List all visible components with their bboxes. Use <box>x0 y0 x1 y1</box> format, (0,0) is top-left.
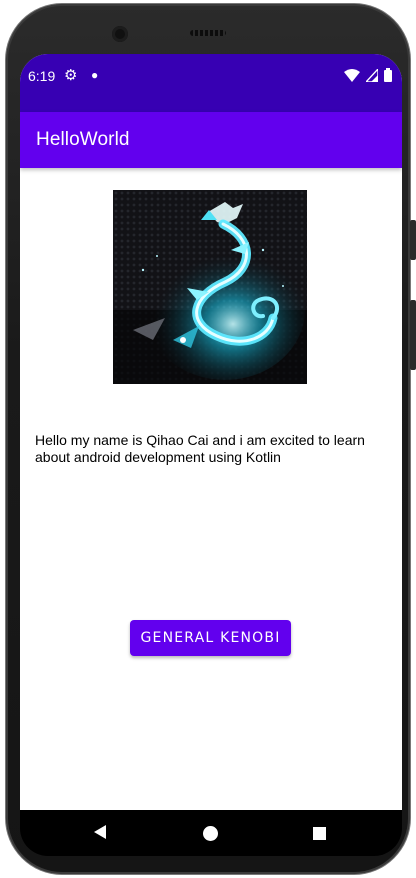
home-icon[interactable] <box>203 826 218 841</box>
gear-icon: ⚙ <box>64 67 78 84</box>
earpiece-speaker <box>190 30 226 36</box>
power-button <box>410 300 416 370</box>
wifi-icon <box>344 68 360 82</box>
dragon-logo-image <box>113 190 307 384</box>
navigation-bar <box>20 810 402 856</box>
signal-icon <box>366 68 378 82</box>
front-camera <box>112 26 128 42</box>
battery-icon <box>384 68 392 82</box>
general-kenobi-button[interactable]: GENERAL KENOBI <box>130 620 291 656</box>
volume-button <box>410 220 416 260</box>
dragon-illustration <box>113 190 307 384</box>
status-time: 6:19 <box>28 68 56 84</box>
status-icons <box>344 68 392 82</box>
intro-text: Hello my name is Qihao Cai and i am exci… <box>35 432 365 465</box>
device-frame: 6:19 ⚙ ● HelloWorld Hello my name is Qih… <box>0 0 416 878</box>
status-bar: 6:19 ⚙ ● <box>20 54 402 112</box>
phone-screen: 6:19 ⚙ ● HelloWorld Hello my name is Qih… <box>20 54 402 810</box>
app-bar: HelloWorld <box>20 112 402 168</box>
app-title: HelloWorld <box>36 129 130 150</box>
back-icon[interactable] <box>92 824 108 840</box>
notification-dot-icon: ● <box>91 68 99 82</box>
recents-icon[interactable] <box>313 827 326 840</box>
